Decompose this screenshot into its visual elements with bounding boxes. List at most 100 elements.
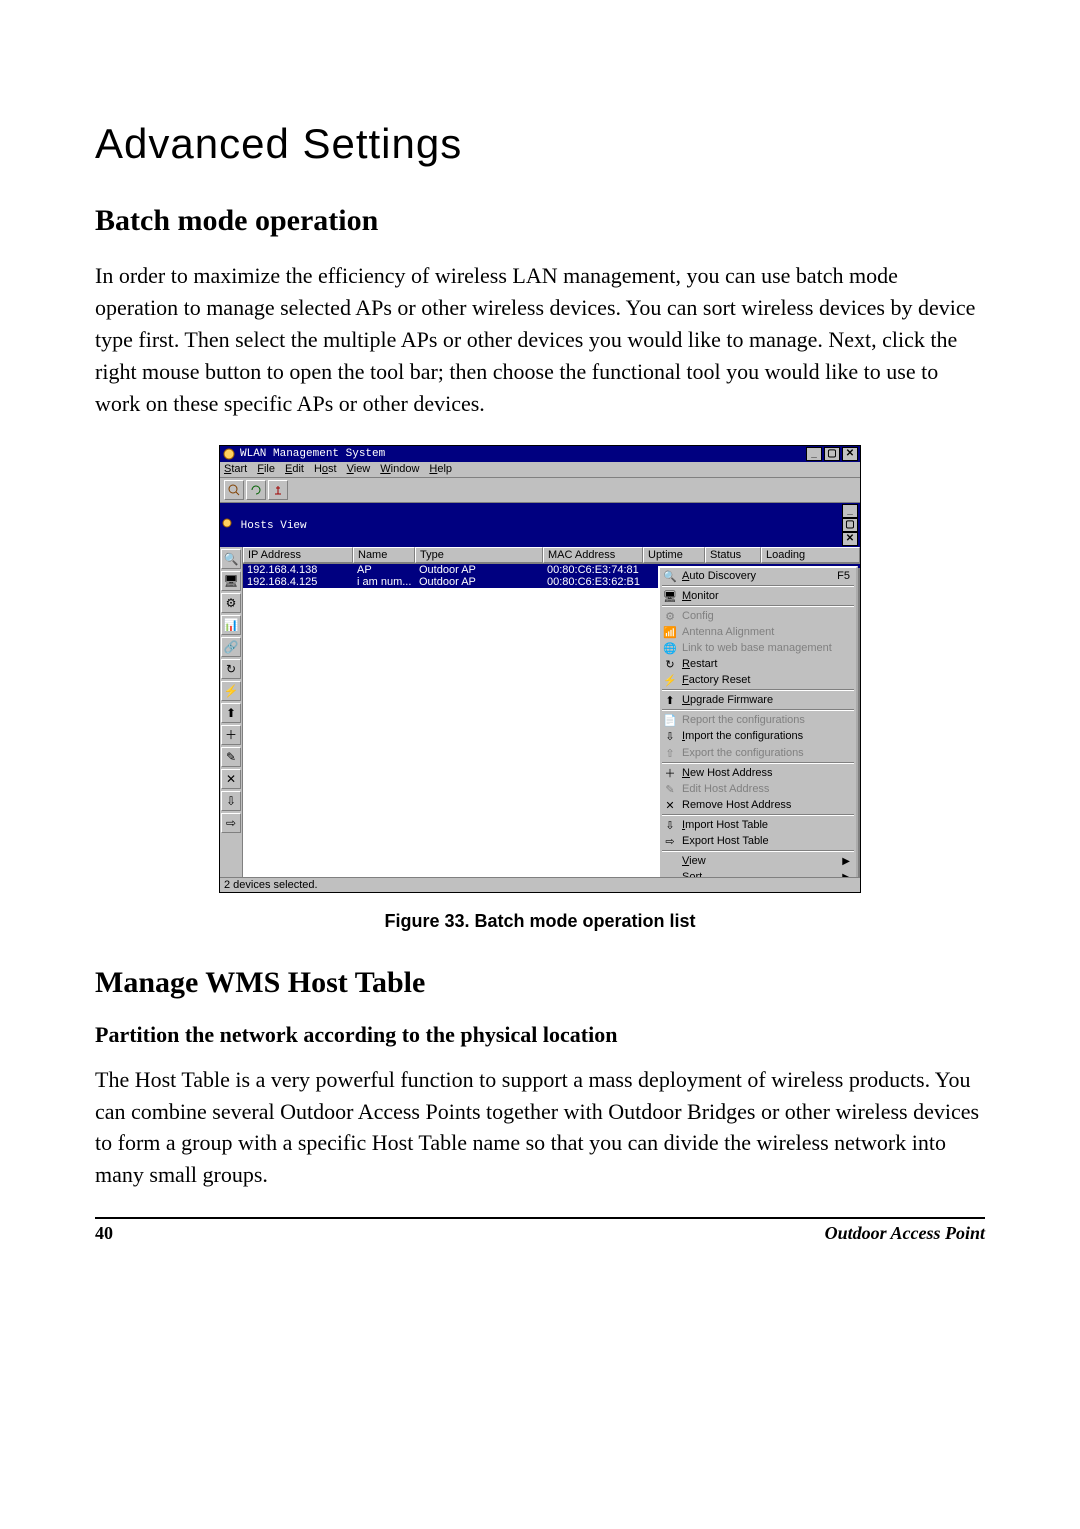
footer-text: Outdoor Access Point (825, 1223, 985, 1244)
ctx-linkweb: 🌐Link to web base management (660, 640, 856, 656)
inner-minimize-button[interactable]: _ (842, 504, 858, 518)
maximize-button[interactable]: ▢ (824, 447, 840, 461)
ctx-import-cfg[interactable]: ⇩Import the configurations (660, 728, 856, 744)
context-menu[interactable]: 🔍 Auto DiscoveryF5 🖥Monitor ⚙Config 📶Ant… (658, 566, 858, 877)
status-bar: 2 devices selected. (220, 877, 860, 892)
side-toolbar: 🔍 🖥 ⚙ 📊 🔗 ↻ ⚡ ⬆ ＋ ✎ ✕ ⇩ ⇨ (220, 547, 243, 877)
remove-icon: ✕ (663, 799, 677, 813)
side-chart-icon[interactable]: 📊 (221, 615, 241, 635)
close-button[interactable]: ✕ (842, 447, 858, 461)
paragraph-batch-mode: In order to maximize the efficiency of w… (95, 260, 985, 419)
subsection-partition: Partition the network according to the p… (95, 1022, 985, 1048)
import-table-icon: ⇩ (663, 819, 677, 833)
menu-edit[interactable]: Edit (285, 463, 304, 475)
cell-ip: 192.168.4.125 (243, 576, 353, 588)
side-reset-icon[interactable]: ⚡ (221, 681, 241, 701)
ctx-factory-reset[interactable]: ⚡Factory Reset (660, 672, 856, 688)
side-upgrade-icon[interactable]: ⬆ (221, 703, 241, 723)
side-delete-icon[interactable]: ✕ (221, 769, 241, 789)
ctx-remove-host[interactable]: ✕Remove Host Address (660, 797, 856, 813)
host-table-body[interactable]: 192.168.4.138 AP Outdoor AP 00:80:C6:E3:… (243, 564, 860, 877)
menu-window[interactable]: Window (380, 463, 419, 475)
col-type[interactable]: Type (415, 547, 543, 563)
window-titlebar[interactable]: WLAN Management System _ ▢ ✕ (220, 446, 860, 462)
gear-icon: ⚙ (663, 610, 677, 624)
side-link-icon[interactable]: 🔗 (221, 637, 241, 657)
section-batch-mode: Batch mode operation (95, 204, 985, 238)
toolbar-antenna-icon[interactable] (268, 480, 288, 500)
col-ip[interactable]: IP Address (243, 547, 353, 563)
section-manage-host-table: Manage WMS Host Table (95, 966, 985, 1000)
cell-name: AP (353, 564, 415, 576)
side-restart-icon[interactable]: ↻ (221, 659, 241, 679)
ctx-restart[interactable]: ↻Restart (660, 656, 856, 672)
ctx-report: 📄Report the configurations (660, 712, 856, 728)
menu-host[interactable]: Host (314, 463, 337, 475)
window-title-icon (222, 448, 236, 460)
side-edit-icon[interactable]: ✎ (221, 747, 241, 767)
antenna-icon: 📶 (663, 626, 677, 640)
import-icon: ⇩ (663, 730, 677, 744)
cell-ip: 192.168.4.138 (243, 564, 353, 576)
ctx-import-host-table[interactable]: ⇩Import Host Table (660, 817, 856, 833)
page-title: Advanced Settings (95, 120, 985, 168)
chevron-right-icon: ▶ (842, 872, 850, 877)
new-icon: ＋ (663, 767, 677, 781)
ctx-monitor[interactable]: 🖥Monitor (660, 588, 856, 604)
hosts-view-icon (222, 520, 241, 532)
side-discovery-icon[interactable]: 🔍 (221, 549, 241, 569)
ctx-upgrade[interactable]: ⬆Upgrade Firmware (660, 692, 856, 708)
menu-help[interactable]: Help (429, 463, 452, 475)
ctx-edit-host: ✎Edit Host Address (660, 781, 856, 797)
side-new-icon[interactable]: ＋ (221, 725, 241, 745)
globe-icon: 🌐 (663, 642, 677, 656)
toolbar-refresh-icon[interactable] (246, 480, 266, 500)
ctx-config: ⚙Config (660, 608, 856, 624)
main-toolbar (220, 478, 860, 503)
page-footer: 40 Outdoor Access Point (95, 1217, 985, 1244)
menu-file[interactable]: File (257, 463, 275, 475)
ctx-sort[interactable]: Sort▶ (660, 869, 856, 876)
ctx-export-cfg: ⇧Export the configurations (660, 745, 856, 761)
edit-icon: ✎ (663, 783, 677, 797)
window-title-text: WLAN Management System (240, 448, 385, 460)
ctx-auto-discovery[interactable]: 🔍 Auto DiscoveryF5 (660, 568, 856, 584)
cell-type: Outdoor AP (415, 564, 543, 576)
cell-mac: 00:80:C6:E3:62:B1 (543, 576, 643, 588)
minimize-button[interactable]: _ (806, 447, 822, 461)
col-mac[interactable]: MAC Address (543, 547, 643, 563)
hosts-view-title: Hosts View (241, 520, 307, 532)
hosts-view-titlebar[interactable]: Hosts View _ ▢ ✕ (220, 503, 860, 547)
reset-icon: ⚡ (663, 674, 677, 688)
menu-view[interactable]: View (347, 463, 371, 475)
ctx-new-host[interactable]: ＋New Host Address (660, 765, 856, 781)
paragraph-host-table: The Host Table is a very powerful functi… (95, 1064, 985, 1192)
report-icon: 📄 (663, 714, 677, 728)
menu-start[interactable]: Start (224, 463, 247, 475)
side-config-icon[interactable]: ⚙ (221, 593, 241, 613)
col-name[interactable]: Name (353, 547, 415, 563)
cell-type: Outdoor AP (415, 576, 543, 588)
chevron-right-icon: ▶ (842, 856, 850, 867)
col-uptime[interactable]: Uptime (643, 547, 705, 563)
ctx-export-host-table[interactable]: ⇨Export Host Table (660, 833, 856, 849)
upgrade-icon: ⬆ (663, 694, 677, 708)
cell-name: i am num... (353, 576, 415, 588)
col-loading[interactable]: Loading (761, 547, 860, 563)
table-column-headers[interactable]: IP Address Name Type MAC Address Uptime … (243, 547, 860, 564)
binoculars-icon: 🔍 (663, 570, 677, 584)
col-status[interactable]: Status (705, 547, 761, 563)
side-monitor-icon[interactable]: 🖥 (221, 571, 241, 591)
inner-maximize-button[interactable]: ▢ (842, 518, 858, 532)
toolbar-discovery-icon[interactable] (224, 480, 244, 500)
inner-close-button[interactable]: ✕ (842, 532, 858, 546)
menu-bar[interactable]: Start File Edit Host View Window Help (220, 462, 860, 477)
figure-caption: Figure 33. Batch mode operation list (95, 911, 985, 932)
side-import-icon[interactable]: ⇩ (221, 791, 241, 811)
restart-icon: ↻ (663, 658, 677, 672)
side-export-icon[interactable]: ⇨ (221, 813, 241, 833)
export-table-icon: ⇨ (663, 835, 677, 849)
status-text: 2 devices selected. (224, 879, 318, 891)
ctx-view[interactable]: View▶ (660, 853, 856, 869)
screenshot-wlan-management: WLAN Management System _ ▢ ✕ Start File … (219, 445, 861, 892)
